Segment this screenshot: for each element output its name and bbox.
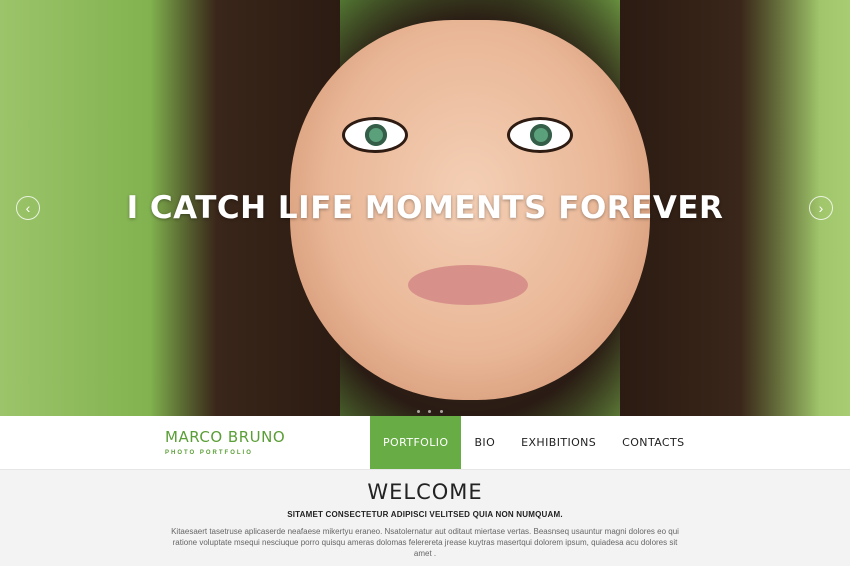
- welcome-heading: WELCOME: [367, 480, 483, 504]
- welcome-subheading: SITAMET CONSECTETUR ADIPISCI VELITSED QU…: [287, 510, 563, 519]
- main-navbar: MARCO BRUNO PHOTO PORTFOLIO PORTFOLIO BI…: [0, 416, 850, 470]
- welcome-section: WELCOME SITAMET CONSECTETUR ADIPISCI VEL…: [0, 470, 850, 559]
- brand-tagline: PHOTO PORTFOLIO: [165, 450, 253, 456]
- brand-name: MARCO BRUNO: [165, 428, 286, 446]
- slider-dot[interactable]: [417, 410, 420, 413]
- slider-pagination: [415, 400, 445, 416]
- chevron-left-icon: ‹: [25, 200, 31, 216]
- nav-item-exhibitions[interactable]: EXHIBITIONS: [508, 416, 609, 469]
- welcome-body: Kitaesaert tasetruse aplicaserde neafaes…: [171, 527, 679, 558]
- portrait-eye-left: [345, 120, 405, 150]
- slider-dot[interactable]: [428, 410, 432, 413]
- hero-title: I CATCH LIFE MOMENTS FOREVER: [126, 190, 724, 226]
- portrait-lips: [408, 265, 528, 305]
- portrait-eye-right: [510, 120, 570, 150]
- nav-item-bio[interactable]: BIO: [461, 416, 508, 469]
- brand-logo[interactable]: MARCO BRUNO PHOTO PORTFOLIO: [165, 428, 285, 456]
- chevron-right-icon: ›: [818, 200, 824, 216]
- hero-slider: I CATCH LIFE MOMENTS FOREVER ‹ ›: [0, 0, 850, 416]
- slider-prev-button[interactable]: ‹: [16, 196, 40, 220]
- nav-menu: PORTFOLIO BIO EXHIBITIONS CONTACTS: [370, 416, 698, 469]
- slider-next-button[interactable]: ›: [809, 196, 833, 220]
- nav-item-contacts[interactable]: CONTACTS: [609, 416, 697, 469]
- nav-item-portfolio[interactable]: PORTFOLIO: [370, 416, 462, 469]
- slider-dot[interactable]: [439, 410, 443, 413]
